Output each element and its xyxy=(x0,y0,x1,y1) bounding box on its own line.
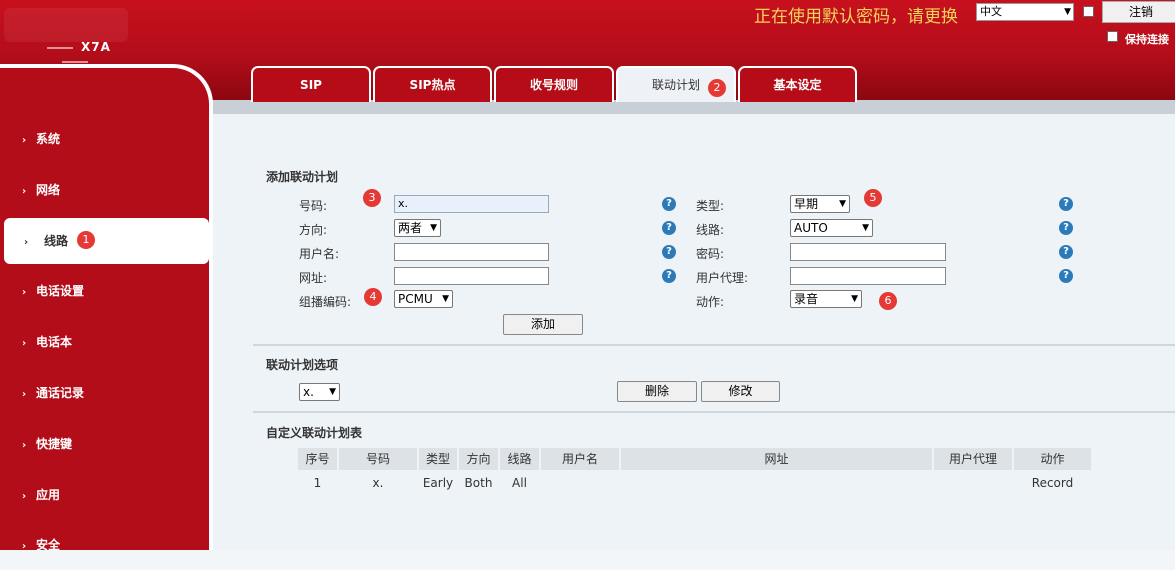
url-input[interactable] xyxy=(394,267,549,285)
chevron-right-icon: › xyxy=(22,440,27,451)
type-select[interactable]: 早期 ▼ xyxy=(790,195,850,213)
direction-label: 方向: xyxy=(299,223,328,237)
header-checkbox[interactable] xyxy=(1083,6,1094,17)
help-icon[interactable]: ? xyxy=(662,221,676,235)
modify-button[interactable]: 修改 xyxy=(701,381,780,402)
table-cell: Both xyxy=(464,476,493,490)
chevron-right-icon: › xyxy=(22,186,27,197)
password-input[interactable] xyxy=(790,243,946,261)
username-label: 用户名: xyxy=(299,247,340,261)
annotation-badge-4: 4 xyxy=(364,288,382,306)
language-select[interactable]: 中文 ▼ xyxy=(976,3,1074,21)
chevron-down-icon: ▼ xyxy=(329,387,336,397)
logo xyxy=(4,8,128,42)
user-agent-label: 用户代理: xyxy=(696,271,749,285)
tab-dial-rules[interactable]: 收号规则 xyxy=(494,66,614,102)
sidebar-item-network[interactable]: › 网络 xyxy=(0,167,209,213)
password-label: 密码: xyxy=(696,247,725,261)
table-cell: x. xyxy=(372,476,384,490)
chevron-right-icon: › xyxy=(22,389,27,400)
sidebar-item-security[interactable]: › 安全 xyxy=(0,522,209,568)
codec-label: 组播编码: xyxy=(299,295,352,309)
chevron-down-icon: ▼ xyxy=(430,223,437,233)
chevron-down-icon: ▼ xyxy=(1064,7,1071,17)
annotation-badge-3: 3 xyxy=(363,189,381,207)
table-cell: Record xyxy=(1031,476,1074,490)
chevron-right-icon: › xyxy=(22,338,27,349)
action-select[interactable]: 录音 ▼ xyxy=(790,290,862,308)
table-header-cell: 线路 xyxy=(500,448,539,470)
chevron-right-icon: › xyxy=(22,541,27,552)
chevron-right-icon: › xyxy=(22,287,27,298)
sidebar-item-call-log[interactable]: › 通话记录 xyxy=(0,370,209,416)
table-header-cell: 用户名 xyxy=(541,448,619,470)
user-agent-input[interactable] xyxy=(790,267,946,285)
table-cell: Early xyxy=(422,476,454,490)
table-header-cell: 用户代理 xyxy=(934,448,1012,470)
custom-table-title: 自定义联动计划表 xyxy=(266,426,363,440)
help-icon[interactable]: ? xyxy=(662,269,676,283)
annotation-badge-1: 1 xyxy=(77,231,95,249)
direction-select[interactable]: 两者 ▼ xyxy=(394,219,441,237)
table-cell xyxy=(621,475,932,491)
chevron-down-icon: ▼ xyxy=(442,294,449,304)
logout-button[interactable]: 注销 xyxy=(1102,1,1175,23)
table-header-cell: 序号 xyxy=(298,448,337,470)
sidebar-item-shortcuts[interactable]: › 快捷键 xyxy=(0,421,209,467)
tab-sip[interactable]: SIP xyxy=(251,66,371,102)
table-cell xyxy=(541,475,619,491)
plan-options-select[interactable]: x. ▼ xyxy=(299,383,340,401)
sidebar-item-phone-settings[interactable]: › 电话设置 xyxy=(0,268,209,314)
add-plan-title: 添加联动计划 xyxy=(266,170,339,184)
type-label: 类型: xyxy=(696,199,725,213)
action-label: 动作: xyxy=(696,295,725,309)
table-header-cell: 网址 xyxy=(621,448,932,470)
codec-select[interactable]: PCMU ▼ xyxy=(394,290,453,308)
tab-action-plan-label: 联动计划 xyxy=(651,78,700,92)
table-header-cell: 方向 xyxy=(459,448,498,470)
url-label: 网址: xyxy=(299,271,328,285)
table-header-cell: 动作 xyxy=(1014,448,1091,470)
sidebar-item-phonebook[interactable]: › 电话本 xyxy=(0,319,209,365)
chevron-down-icon: ▼ xyxy=(839,199,846,209)
number-label: 号码: xyxy=(299,199,328,213)
tab-sip-hotspot[interactable]: SIP热点 xyxy=(373,66,492,102)
table-header-cell: 号码 xyxy=(339,448,417,470)
table-cell: 1 xyxy=(313,476,322,490)
sidebar-item-line[interactable]: › 线路 xyxy=(4,218,209,264)
sidebar-item-apps[interactable]: › 应用 xyxy=(0,472,209,518)
content-top-band xyxy=(213,100,1175,114)
help-icon[interactable]: ? xyxy=(1059,269,1073,283)
help-icon[interactable]: ? xyxy=(1059,245,1073,259)
keep-connected-checkbox[interactable] xyxy=(1107,31,1118,42)
add-button[interactable]: 添加 xyxy=(503,314,583,335)
line-label: 线路: xyxy=(696,223,725,237)
divider xyxy=(253,411,1175,413)
annotation-badge-6: 6 xyxy=(879,292,897,310)
annotation-badge-5: 5 xyxy=(864,189,882,207)
delete-button[interactable]: 删除 xyxy=(617,381,697,402)
help-icon[interactable]: ? xyxy=(1059,197,1073,211)
plan-options-title: 联动计划选项 xyxy=(266,358,339,372)
line-select[interactable]: AUTO ▼ xyxy=(790,219,873,237)
tab-basic-settings[interactable]: 基本设定 xyxy=(738,66,857,102)
chevron-down-icon: ▼ xyxy=(862,223,869,233)
keep-connected-label: 保持连接 xyxy=(1125,33,1169,46)
chevron-down-icon: ▼ xyxy=(851,294,858,304)
table-cell xyxy=(934,475,1012,491)
help-icon[interactable]: ? xyxy=(1059,221,1073,235)
sidebar-item-system[interactable]: › 系统 xyxy=(0,116,209,162)
annotation-badge-2: 2 xyxy=(708,79,726,97)
chevron-right-icon: › xyxy=(22,135,27,146)
table-cell: All xyxy=(512,476,527,490)
default-password-warning: 正在使用默认密码，请更换 xyxy=(754,7,958,27)
number-input[interactable]: x. xyxy=(394,195,549,213)
help-icon[interactable]: ? xyxy=(662,197,676,211)
username-input[interactable] xyxy=(394,243,549,261)
divider xyxy=(253,344,1175,346)
table-header-cell: 类型 xyxy=(419,448,457,470)
chevron-right-icon: › xyxy=(22,491,27,502)
chevron-right-icon: › xyxy=(24,237,29,248)
help-icon[interactable]: ? xyxy=(662,245,676,259)
